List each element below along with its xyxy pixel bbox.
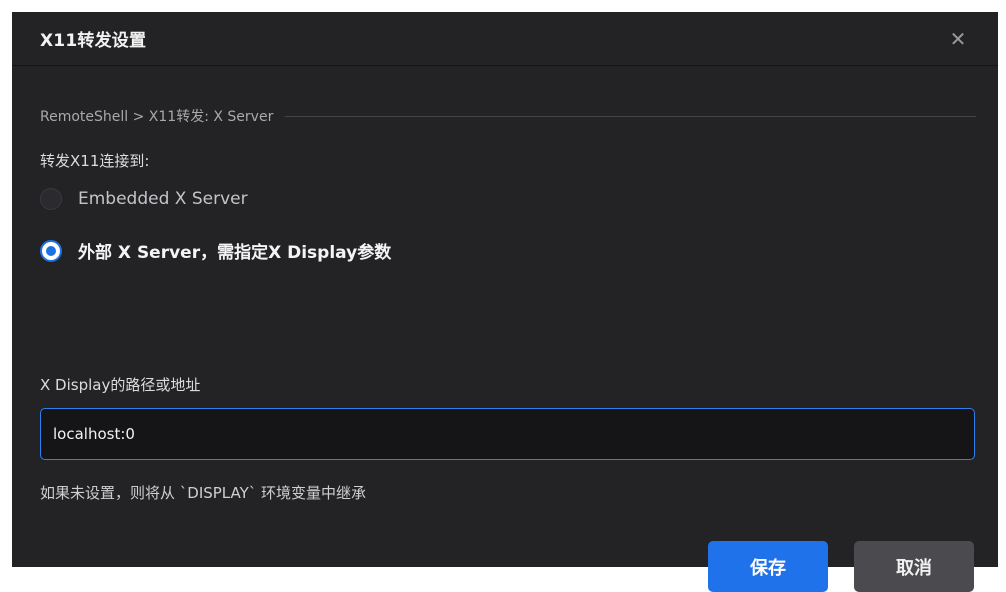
dialog-titlebar: X11转发设置 ✕ [12,12,998,66]
radio-external-x-server[interactable]: 外部 X Server，需指定X Display参数 [40,238,391,263]
breadcrumb-divider [285,115,976,117]
close-icon[interactable]: ✕ [946,27,970,51]
dialog-title: X11转发设置 [40,31,147,51]
radio-embedded-x-server[interactable]: Embedded X Server [40,188,248,210]
radio-button-unchecked[interactable] [40,188,62,210]
x11-settings-dialog: X11转发设置 ✕ RemoteShell > X11转发: X Server … [12,12,998,592]
breadcrumb: RemoteShell > X11转发: X Server [40,109,274,125]
radio-label-external: 外部 X Server，需指定X Display参数 [78,243,392,263]
display-hint: 如果未设置，则将从 `DISPLAY` 环境变量中继承 [40,484,367,502]
forward-section-label: 转发X11连接到: [40,152,150,170]
radio-button-checked[interactable] [40,239,62,262]
breadcrumb-row: RemoteShell > X11转发: X Server [40,106,976,126]
display-input[interactable] [40,408,975,460]
display-field-label: X Display的路径或地址 [40,376,201,394]
radio-label-embedded: Embedded X Server [78,189,248,209]
radio-dot [46,245,56,256]
